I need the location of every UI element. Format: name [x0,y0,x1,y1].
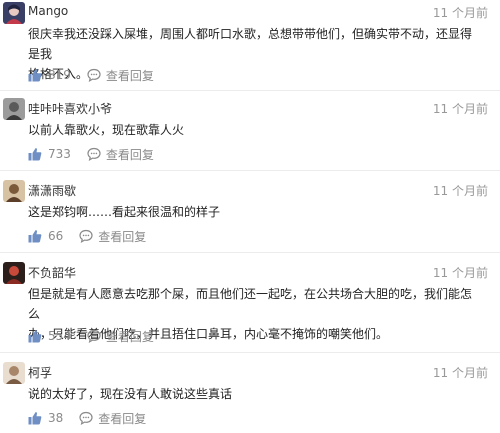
avatar[interactable] [3,180,25,202]
comment-line: 以前人靠歌火，现在歌靠人火 [28,123,185,137]
avatar[interactable] [3,362,25,384]
like-count: 819 [48,68,71,82]
comment-text: 这是郑钧啊……看起来很温和的样子 [28,202,478,222]
avatar-image [3,2,25,24]
comment-text: 以前人靠歌火，现在歌靠人火 [28,120,478,140]
username[interactable]: 潇潇雨歇 [28,182,76,199]
comment-actions: 66 查看回复 [28,228,146,244]
like-count: 66 [48,229,64,243]
view-replies-link[interactable]: 查看回复 [106,67,154,84]
comment-line: 很庆幸我还没踩入屎堆，周围人都听口水歌，总想带带他们，但确实带不动，还显得是我 [28,27,473,61]
view-replies-link[interactable]: 查看回复 [98,228,146,245]
timestamp: 11 个月前 [432,6,488,20]
avatar-image [3,262,25,284]
avatar-image [3,180,25,202]
like-count: 38 [48,411,64,425]
timestamp: 11 个月前 [432,266,488,280]
timestamp: 11 个月前 [432,184,488,198]
divider [0,352,500,353]
view-replies-link[interactable]: 查看回复 [106,146,154,163]
thumbs-up-icon[interactable] [28,329,42,343]
comment-actions: 38 查看回复 [28,410,146,426]
timestamp: 11 个月前 [432,102,488,116]
timestamp: 11 个月前 [432,366,488,380]
username[interactable]: 哇咔咔喜欢小爷 [28,100,112,117]
divider [0,252,500,253]
comment-bubble-icon[interactable] [79,411,93,425]
comment-line: 说的太好了，现在没有人敢说这些真话 [28,387,233,401]
comment-list: Mango 11 个月前 很庆幸我还没踩入屎堆，周围人都听口水歌，总想带带他们，… [0,0,500,433]
comment-bubble-icon[interactable] [79,229,93,243]
thumbs-up-icon[interactable] [28,411,42,425]
view-replies-link[interactable]: 查看回复 [98,410,146,427]
like-count: 554 [48,329,71,343]
view-replies-link[interactable]: 查看回复 [106,328,154,345]
comment-text: 说的太好了，现在没有人敢说这些真话 [28,384,478,404]
avatar[interactable] [3,2,25,24]
thumbs-up-icon[interactable] [28,229,42,243]
thumbs-up-icon[interactable] [28,68,42,82]
avatar[interactable] [3,262,25,284]
comment-bubble-icon[interactable] [87,68,101,82]
comment-actions: 733 查看回复 [28,146,154,162]
divider [0,90,500,91]
comment-actions: 554 查看回复 [28,328,154,344]
comment-line: 但是就是有人愿意去吃那个屎，而且他们还一起吃，在公共场合大胆的吃，我们能怎么 [28,287,473,321]
username[interactable]: Mango [28,4,68,18]
thumbs-up-icon[interactable] [28,147,42,161]
divider [0,170,500,171]
comment-line: 这是郑钧啊……看起来很温和的样子 [28,205,221,219]
avatar[interactable] [3,98,25,120]
avatar-image [3,98,25,120]
like-count: 733 [48,147,71,161]
avatar-image [3,362,25,384]
comment-bubble-icon[interactable] [87,329,101,343]
username[interactable]: 柯孚 [28,364,52,381]
username[interactable]: 不负韶华 [28,264,76,281]
comment-bubble-icon[interactable] [87,147,101,161]
comment-actions: 819 查看回复 [28,67,154,83]
